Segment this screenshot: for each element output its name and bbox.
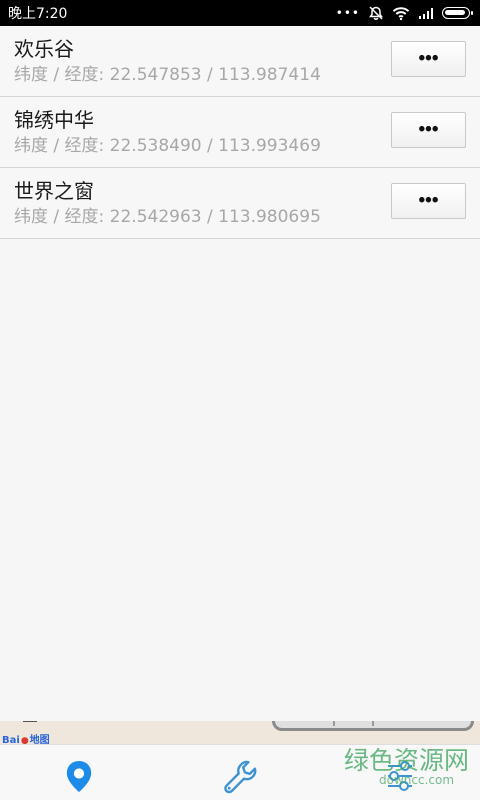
status-time: 晚上7:20 xyxy=(8,6,68,22)
baidu-map-ad-banner[interactable]: Bai●地图 xyxy=(0,721,480,744)
location-name: 欢乐谷 xyxy=(14,37,74,61)
more-dots-icon: ••• xyxy=(335,6,360,20)
list-item[interactable]: 锦绣中华 纬度 / 经度: 22.538490 / 113.993469 ••• xyxy=(0,97,480,168)
more-options-button[interactable]: ••• xyxy=(391,41,466,77)
status-bar-right: ••• xyxy=(335,0,473,26)
cell-signal-icon xyxy=(419,7,433,19)
status-bar: 晚上7:20 ••• xyxy=(0,0,480,26)
location-pin-icon[interactable] xyxy=(64,760,94,793)
location-name: 世界之窗 xyxy=(14,179,94,203)
more-options-button[interactable]: ••• xyxy=(391,183,466,219)
more-options-button[interactable]: ••• xyxy=(391,112,466,148)
ad-divider xyxy=(23,721,37,722)
location-coordinates: 纬度 / 经度: 22.547853 / 113.987414 xyxy=(14,65,321,85)
location-coordinates: 纬度 / 经度: 22.542963 / 113.980695 xyxy=(14,207,321,227)
status-bar-left: 晚上7:20 xyxy=(8,0,67,26)
battery-icon xyxy=(442,7,473,19)
ad-image xyxy=(272,721,474,731)
notifications-muted-icon xyxy=(369,6,383,20)
paw-icon: ● xyxy=(20,736,29,744)
baidu-logo-text-left: Bai xyxy=(2,735,20,744)
baidu-map-logo: Bai●地图 xyxy=(2,731,50,744)
location-list: 欢乐谷 纬度 / 经度: 22.547853 / 113.987414 ••• … xyxy=(0,26,480,239)
bottom-navigation xyxy=(0,744,480,800)
location-list-screen: 欢乐谷 纬度 / 经度: 22.547853 / 113.987414 ••• … xyxy=(0,26,480,721)
sliders-icon[interactable] xyxy=(383,758,417,794)
battery-level-fill xyxy=(445,10,465,15)
list-item[interactable]: 欢乐谷 纬度 / 经度: 22.547853 / 113.987414 ••• xyxy=(0,26,480,97)
baidu-logo-text-right: 地图 xyxy=(29,735,50,744)
location-name: 锦绣中华 xyxy=(14,108,94,132)
location-coordinates: 纬度 / 经度: 22.538490 / 113.993469 xyxy=(14,136,321,156)
wifi-icon xyxy=(392,6,410,20)
wrench-icon[interactable] xyxy=(221,758,259,796)
list-item[interactable]: 世界之窗 纬度 / 经度: 22.542963 / 113.980695 ••• xyxy=(0,168,480,239)
